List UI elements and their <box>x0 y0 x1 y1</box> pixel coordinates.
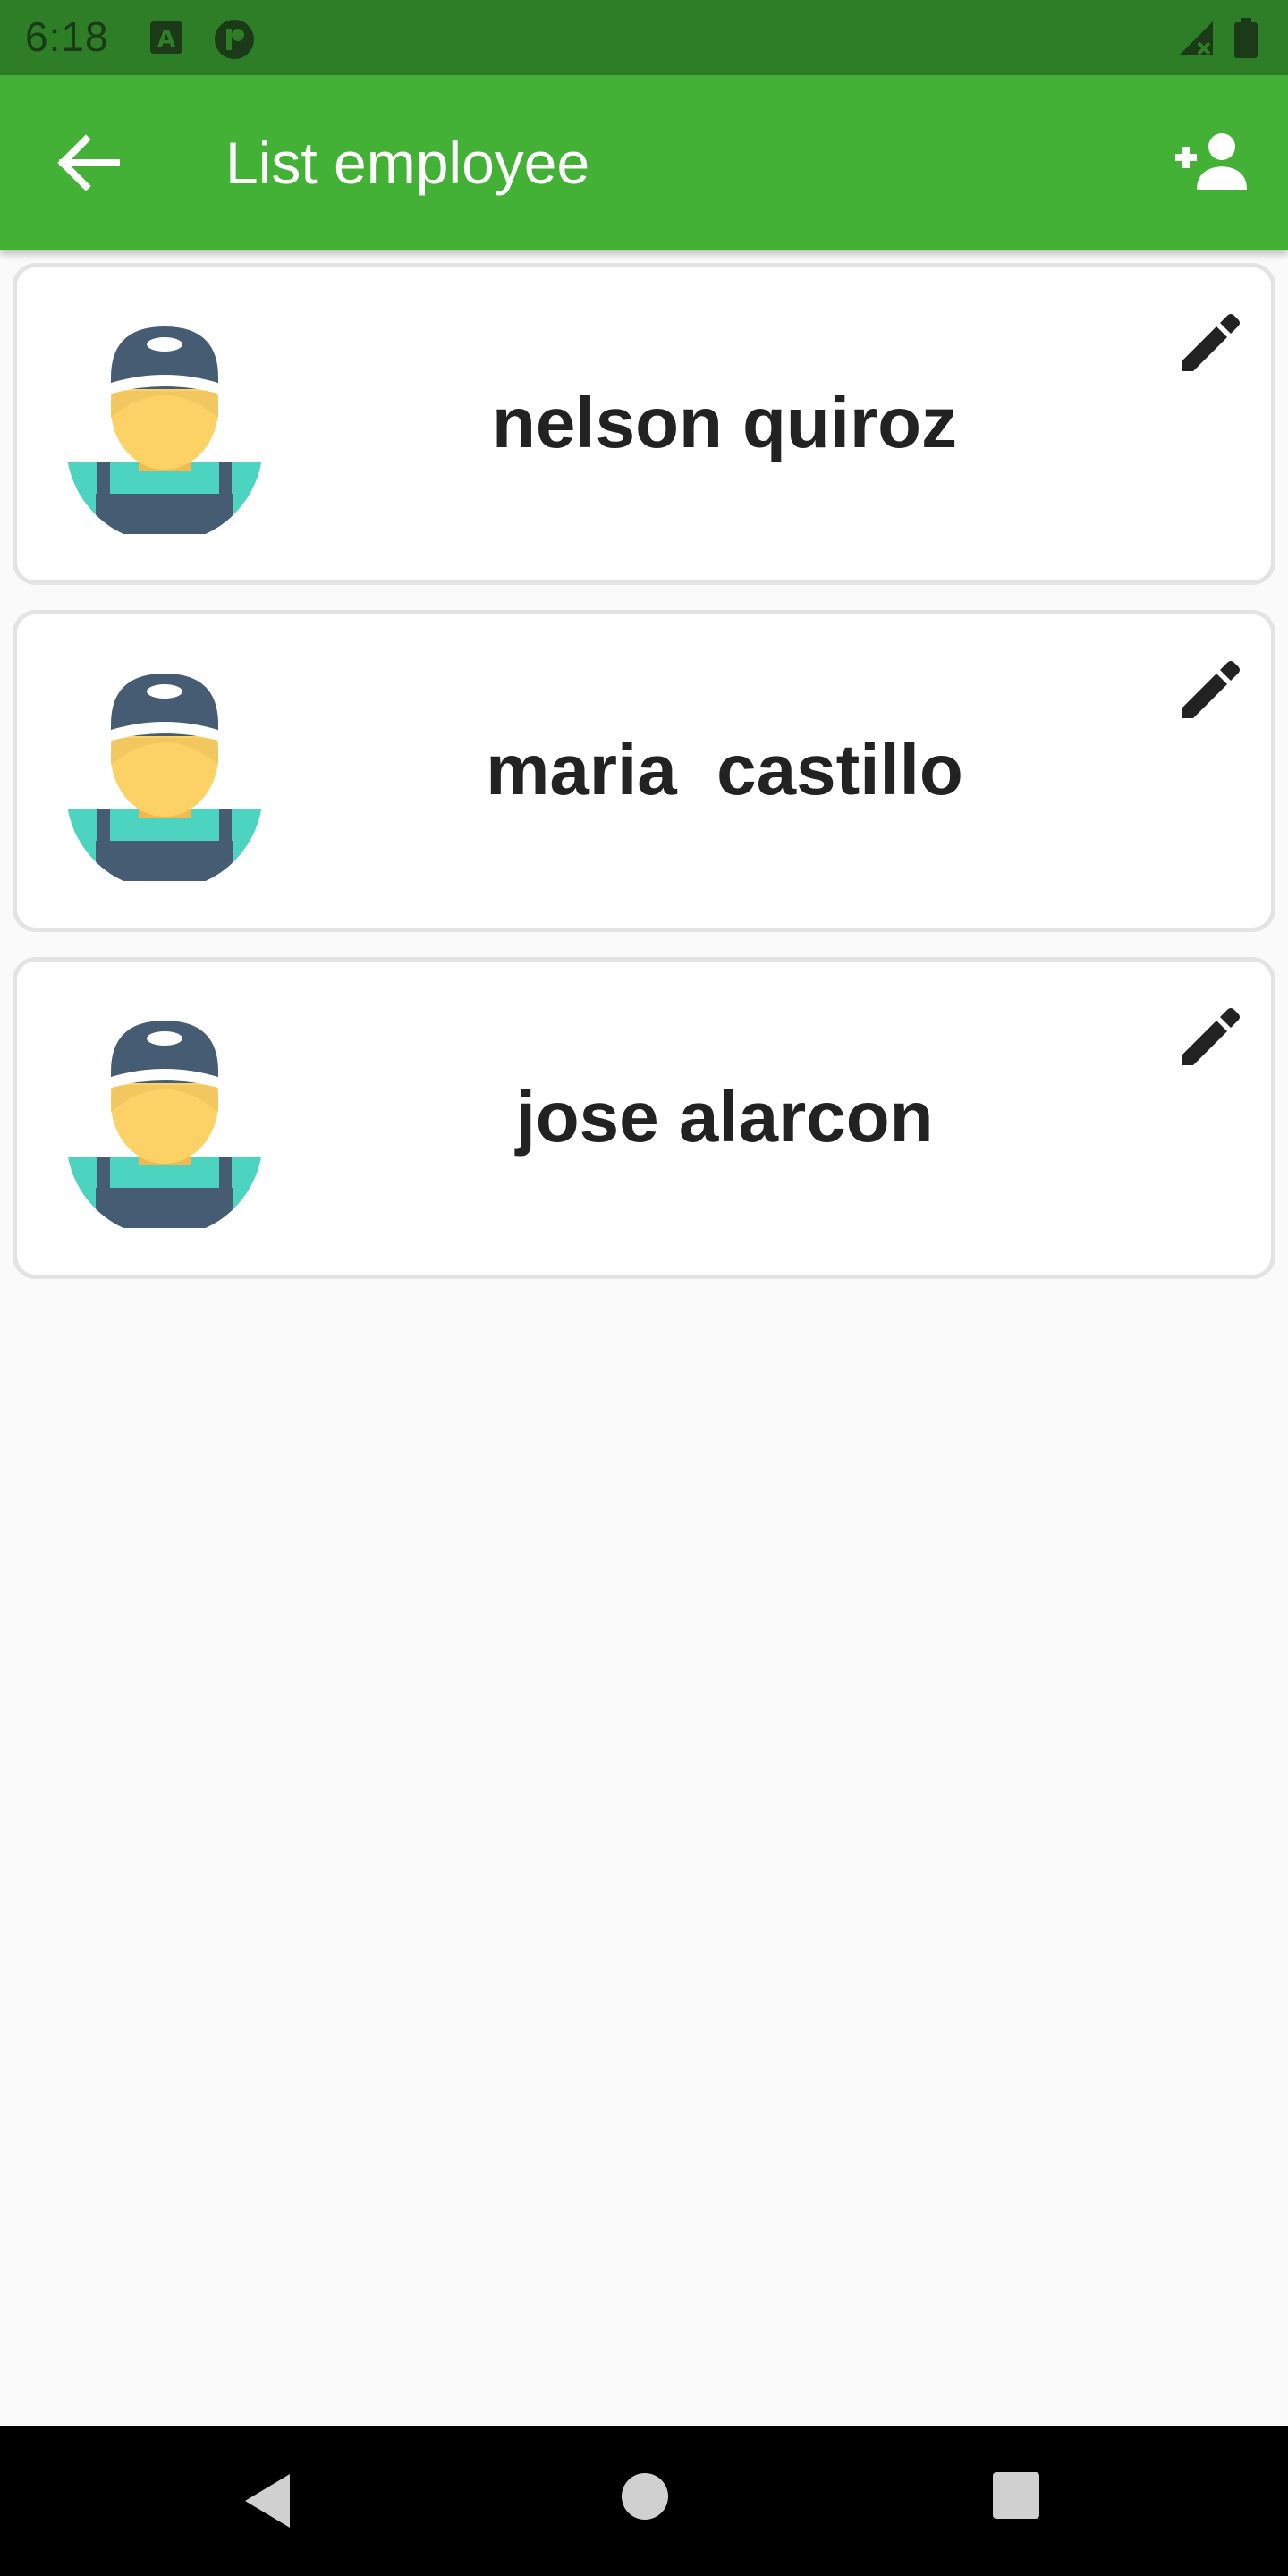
arrow-back-icon[interactable] <box>54 134 122 191</box>
employee-name: maria castillo <box>486 730 963 809</box>
person-add-icon[interactable] <box>1172 131 1249 191</box>
worker-avatar-icon <box>66 674 263 881</box>
worker-avatar-icon <box>66 1021 263 1228</box>
circle-p-icon <box>215 20 254 59</box>
employee-card[interactable]: jose alarcon <box>13 957 1275 1279</box>
employee-card[interactable]: nelson quiroz <box>13 263 1275 585</box>
employee-card[interactable]: maria castillo <box>13 610 1275 932</box>
battery-icon <box>1234 18 1258 58</box>
recents-square-icon[interactable] <box>991 2470 1041 2521</box>
screen: 6:18 A List employee nelson quiroz maria… <box>0 0 1288 2576</box>
employee-name: nelson quiroz <box>492 383 957 462</box>
worker-avatar-icon <box>66 326 263 534</box>
a-badge-icon: A <box>150 21 182 54</box>
edit-pencil-icon[interactable] <box>1175 654 1247 725</box>
svg-text:A: A <box>157 26 175 53</box>
app-bar: List employee <box>0 75 1288 250</box>
page-title: List employee <box>225 130 590 196</box>
home-circle-icon[interactable] <box>619 2470 671 2522</box>
status-bar: 6:18 A <box>0 0 1288 75</box>
employee-name: jose alarcon <box>515 1077 934 1157</box>
system-nav-bar <box>0 2426 1288 2576</box>
edit-pencil-icon[interactable] <box>1175 307 1247 378</box>
back-triangle-icon[interactable] <box>240 2470 297 2531</box>
edit-pencil-icon[interactable] <box>1175 1001 1247 1072</box>
status-time: 6:18 <box>25 13 109 60</box>
signal-icon <box>1179 21 1213 55</box>
